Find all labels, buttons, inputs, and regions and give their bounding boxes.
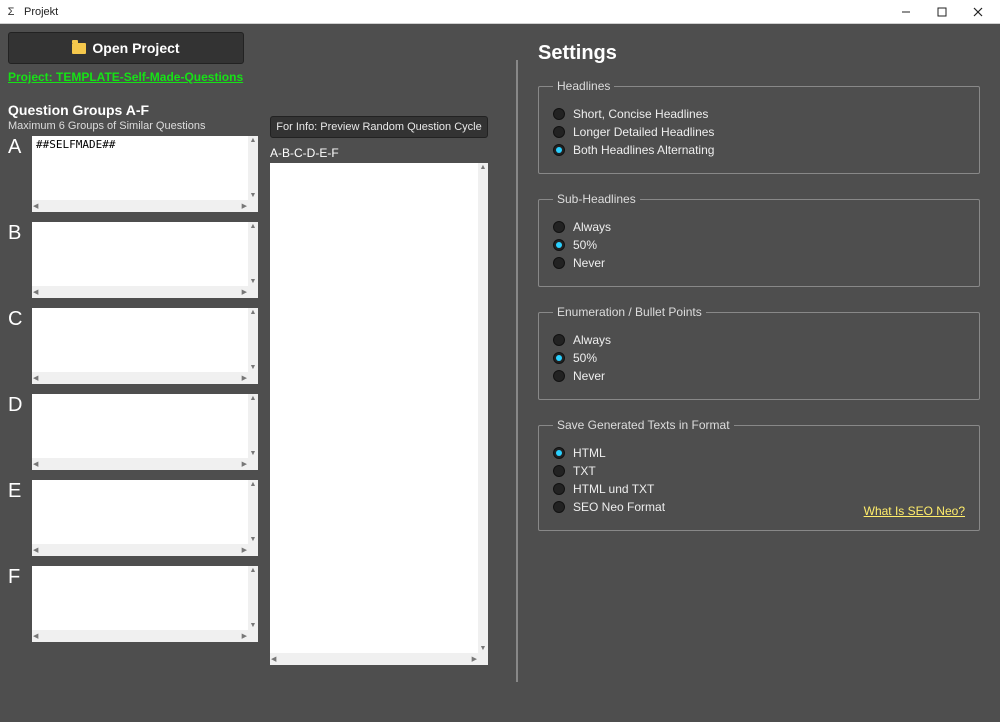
headline-option-1[interactable]: Longer Detailed Headlines xyxy=(553,125,965,139)
subheadline-option-0[interactable]: Always xyxy=(553,220,965,234)
subheadline-radio-2[interactable] xyxy=(553,257,565,269)
headline-radio-1[interactable] xyxy=(553,126,565,138)
group-textarea-B[interactable]: ▲▼◀▶ xyxy=(32,222,258,298)
subheadline-option-1[interactable]: 50% xyxy=(553,238,965,252)
scrollbar-horizontal[interactable]: ◀▶ xyxy=(32,544,248,556)
enumeration-label-1: 50% xyxy=(573,351,597,365)
project-path: Project: TEMPLATE-Self-Made-Questions xyxy=(8,70,508,84)
folder-icon xyxy=(72,43,86,54)
format-option-0[interactable]: HTML xyxy=(553,446,665,460)
headline-option-2[interactable]: Both Headlines Alternating xyxy=(553,143,965,157)
group-content-C xyxy=(32,308,248,372)
enumeration-radio-2[interactable] xyxy=(553,370,565,382)
group-textarea-A[interactable]: ##SELFMADE##▲▼◀▶ xyxy=(32,136,258,212)
enumeration-label-2: Never xyxy=(573,369,605,383)
format-legend: Save Generated Texts in Format xyxy=(553,418,734,432)
minimize-button[interactable] xyxy=(888,1,924,23)
maximize-button[interactable] xyxy=(924,1,960,23)
group-content-E xyxy=(32,480,248,544)
group-textarea-D[interactable]: ▲▼◀▶ xyxy=(32,394,258,470)
preview-content xyxy=(270,163,478,653)
format-label-1: TXT xyxy=(573,464,596,478)
close-button[interactable] xyxy=(960,1,996,23)
format-radio-0[interactable] xyxy=(553,447,565,459)
format-radio-1[interactable] xyxy=(553,465,565,477)
open-project-button[interactable]: Open Project xyxy=(8,32,244,64)
group-textarea-C[interactable]: ▲▼◀▶ xyxy=(32,308,258,384)
preview-textarea[interactable]: ▲▼ ◀▶ xyxy=(270,163,488,665)
subheadlines-legend: Sub-Headlines xyxy=(553,192,640,206)
headline-label-2: Both Headlines Alternating xyxy=(573,143,714,157)
group-letter-D: D xyxy=(8,394,32,416)
format-radio-3[interactable] xyxy=(553,501,565,513)
subheadline-label-0: Always xyxy=(573,220,611,234)
scrollbar-vertical[interactable]: ▲▼ xyxy=(478,163,488,653)
scrollbar-horizontal[interactable]: ◀▶ xyxy=(32,458,248,470)
group-content-B xyxy=(32,222,248,286)
window-title: Projekt xyxy=(24,6,888,18)
scrollbar-horizontal[interactable]: ◀▶ xyxy=(270,653,478,665)
format-label-2: HTML und TXT xyxy=(573,482,654,496)
open-project-label: Open Project xyxy=(92,40,179,56)
headline-radio-2[interactable] xyxy=(553,144,565,156)
headlines-legend: Headlines xyxy=(553,79,614,93)
group-letter-C: C xyxy=(8,308,32,330)
preview-label: A-B-C-D-E-F xyxy=(270,146,490,160)
enumeration-radio-0[interactable] xyxy=(553,334,565,346)
settings-title: Settings xyxy=(538,42,980,65)
enumeration-legend: Enumeration / Bullet Points xyxy=(553,305,706,319)
headline-radio-0[interactable] xyxy=(553,108,565,120)
subheadlines-group: Sub-Headlines Always 50% Never xyxy=(538,192,980,287)
enumeration-option-2[interactable]: Never xyxy=(553,369,965,383)
preview-button[interactable]: For Info: Preview Random Question Cycle xyxy=(270,116,488,138)
titlebar: Σ Projekt xyxy=(0,0,1000,24)
enumeration-option-1[interactable]: 50% xyxy=(553,351,965,365)
format-option-3[interactable]: SEO Neo Format xyxy=(553,500,665,514)
enumeration-radio-1[interactable] xyxy=(553,352,565,364)
seo-neo-link[interactable]: What Is SEO Neo? xyxy=(864,504,965,518)
subheadline-radio-1[interactable] xyxy=(553,239,565,251)
scrollbar-vertical[interactable]: ▲▼ xyxy=(248,222,258,286)
subheadline-option-2[interactable]: Never xyxy=(553,256,965,270)
scrollbar-horizontal[interactable]: ◀▶ xyxy=(32,630,248,642)
group-letter-E: E xyxy=(8,480,32,502)
headline-option-0[interactable]: Short, Concise Headlines xyxy=(553,107,965,121)
scrollbar-vertical[interactable]: ▲▼ xyxy=(248,394,258,458)
format-option-1[interactable]: TXT xyxy=(553,464,665,478)
scrollbar-vertical[interactable]: ▲▼ xyxy=(248,480,258,544)
app-icon: Σ xyxy=(4,5,18,19)
format-group: Save Generated Texts in Format HTML TXT HT… xyxy=(538,418,980,531)
group-letter-A: A xyxy=(8,136,32,158)
scrollbar-horizontal[interactable]: ◀▶ xyxy=(32,372,248,384)
headline-label-1: Longer Detailed Headlines xyxy=(573,125,714,139)
enumeration-group: Enumeration / Bullet Points Always 50% Nev… xyxy=(538,305,980,400)
scrollbar-horizontal[interactable]: ◀▶ xyxy=(32,200,248,212)
group-textarea-E[interactable]: ▲▼◀▶ xyxy=(32,480,258,556)
group-letter-B: B xyxy=(8,222,32,244)
headlines-group: Headlines Short, Concise Headlines Longer… xyxy=(538,79,980,174)
group-content-F xyxy=(32,566,248,630)
scrollbar-vertical[interactable]: ▲▼ xyxy=(248,308,258,372)
scrollbar-vertical[interactable]: ▲▼ xyxy=(248,136,258,200)
format-option-2[interactable]: HTML und TXT xyxy=(553,482,665,496)
group-content-D xyxy=(32,394,248,458)
scrollbar-vertical[interactable]: ▲▼ xyxy=(248,566,258,630)
enumeration-option-0[interactable]: Always xyxy=(553,333,965,347)
format-label-3: SEO Neo Format xyxy=(573,500,665,514)
scrollbar-horizontal[interactable]: ◀▶ xyxy=(32,286,248,298)
headline-label-0: Short, Concise Headlines xyxy=(573,107,708,121)
group-textarea-F[interactable]: ▲▼◀▶ xyxy=(32,566,258,642)
format-radio-2[interactable] xyxy=(553,483,565,495)
subheadline-radio-0[interactable] xyxy=(553,221,565,233)
group-letter-F: F xyxy=(8,566,32,588)
subheadline-label-1: 50% xyxy=(573,238,597,252)
group-content-A: ##SELFMADE## xyxy=(32,136,248,200)
format-label-0: HTML xyxy=(573,446,606,460)
subheadline-label-2: Never xyxy=(573,256,605,270)
enumeration-label-0: Always xyxy=(573,333,611,347)
